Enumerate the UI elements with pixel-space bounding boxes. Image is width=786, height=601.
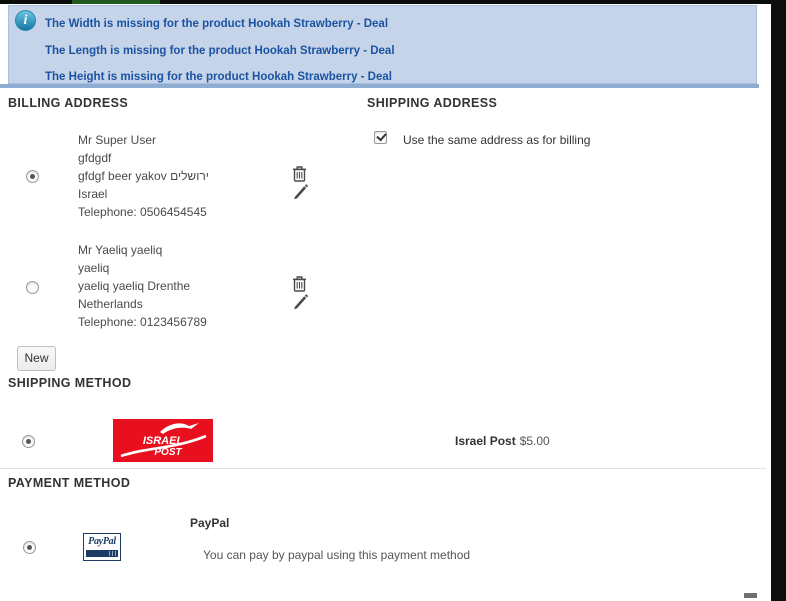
billing-address-radio-1[interactable]: [26, 170, 39, 183]
notification-banner-border: [0, 84, 759, 88]
billing-address-radio-2[interactable]: [26, 281, 39, 294]
billing-address-card-2: Mr Yaeliq yaeliq yaeliq yaeliq yaeliq Dr…: [78, 241, 207, 331]
section-divider: [0, 468, 766, 469]
payment-option-name: PayPal: [190, 516, 230, 530]
notification-banner: i The Width is missing for the product H…: [8, 5, 757, 84]
paypal-logo-bar: [86, 550, 118, 557]
address-actions-1: [292, 165, 326, 200]
billing-address-title: BILLING ADDRESS: [8, 96, 129, 110]
browser-top-bar: [0, 0, 786, 4]
address-actions-2: [292, 275, 326, 310]
notification-message: The Height is missing for the product Ho…: [45, 71, 392, 83]
right-edge-strip: [771, 0, 786, 601]
top-bar-green-segment: [72, 0, 160, 4]
notification-message: The Width is missing for the product Hoo…: [45, 18, 389, 30]
shipping-method-title: SHIPPING METHOD: [8, 376, 132, 390]
address-line: Telephone: 0123456789: [78, 315, 207, 329]
shipping-option-price: $5.00: [519, 434, 550, 448]
israel-post-logo[interactable]: ISRAEL POST: [113, 419, 213, 462]
same-address-checkbox[interactable]: [374, 131, 387, 144]
new-address-button[interactable]: New: [17, 346, 56, 371]
scroll-edge-mark: [744, 593, 757, 598]
checkout-page: i The Width is missing for the product H…: [0, 0, 786, 601]
address-line: yaeliq: [78, 261, 110, 275]
payment-method-title: PAYMENT METHOD: [8, 476, 131, 490]
address-line: Mr Yaeliq yaeliq: [78, 243, 163, 257]
same-address-checkbox-label: Use the same address as for billing: [403, 133, 591, 147]
israel-post-logo-word-1: ISRAEL: [143, 435, 184, 447]
paypal-logo[interactable]: PayPal: [83, 533, 121, 561]
israel-post-logo-word-2: POST: [154, 447, 182, 458]
billing-address-card-1: Mr Super User gfdgdf gfdgf beer yakov יר…: [78, 131, 209, 221]
shipping-method-radio[interactable]: [22, 435, 35, 448]
paypal-logo-text: PayPal: [88, 536, 116, 547]
address-line: yaeliq yaeliq Drenthe: [78, 279, 191, 293]
payment-option-description: You can pay by paypal using this payment…: [203, 548, 471, 562]
payment-method-radio[interactable]: [23, 541, 36, 554]
shipping-option-label: Israel Post $5.00: [455, 434, 550, 448]
address-line: gfdgf beer yakov ירושלים: [78, 169, 209, 183]
address-line: Netherlands: [78, 297, 143, 311]
delete-address-icon[interactable]: [292, 165, 307, 182]
edit-address-icon[interactable]: [292, 293, 308, 310]
shipping-address-title: SHIPPING ADDRESS: [367, 96, 498, 110]
edit-address-icon[interactable]: [292, 183, 308, 200]
address-line: Telephone: 0506454545: [78, 205, 207, 219]
delete-address-icon[interactable]: [292, 275, 307, 292]
address-line: Israel: [78, 187, 108, 201]
address-line: Mr Super User: [78, 133, 157, 147]
address-line: gfdgdf: [78, 151, 112, 165]
shipping-option-name: Israel Post: [455, 434, 516, 448]
notification-message: The Length is missing for the product Ho…: [45, 45, 395, 57]
info-icon: i: [15, 10, 36, 31]
